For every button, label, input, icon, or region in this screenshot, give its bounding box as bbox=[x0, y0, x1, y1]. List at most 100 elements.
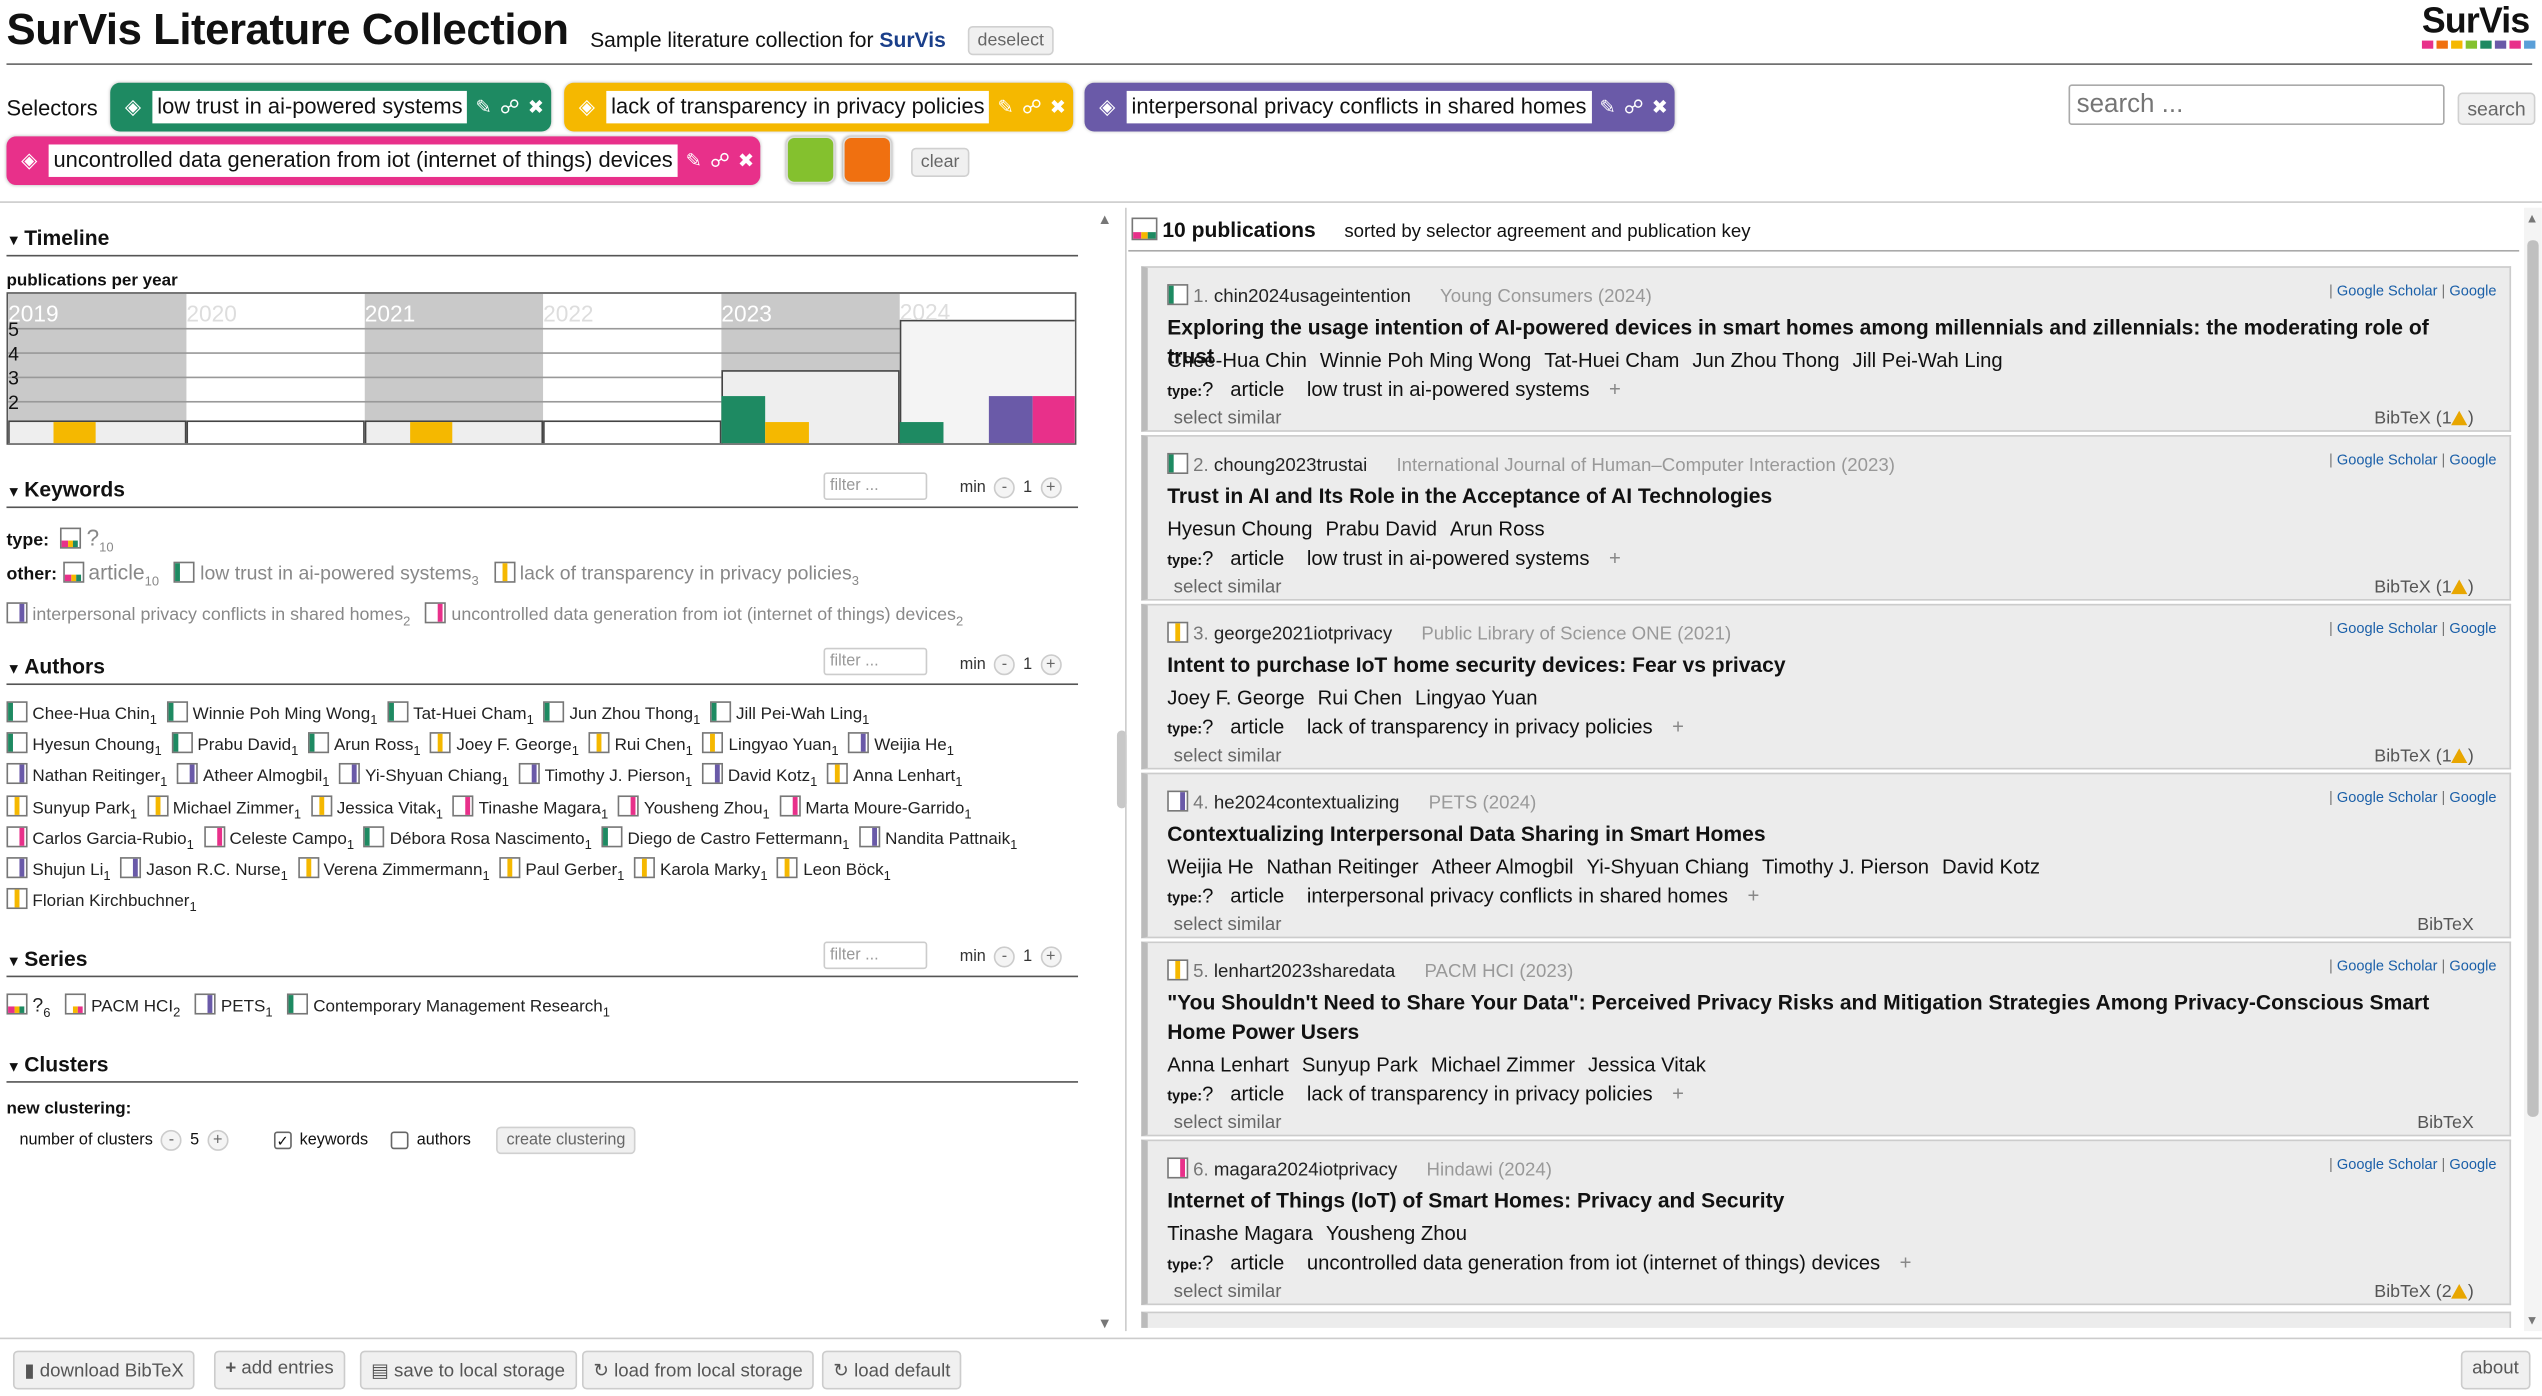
add-keyword-button[interactable]: + bbox=[1609, 378, 1621, 401]
author-link[interactable]: Tinashe Magara bbox=[1167, 1222, 1313, 1245]
google-scholar-link[interactable]: Google Scholar bbox=[2337, 1156, 2438, 1172]
publication-marker bbox=[1167, 959, 1189, 981]
publication-key[interactable]: george2021iotprivacy bbox=[1214, 625, 1392, 644]
author-link[interactable]: Timothy J. Pierson bbox=[1762, 855, 1929, 878]
bibtex-button[interactable]: BibTeX (1) bbox=[2374, 747, 2473, 766]
author-link[interactable]: Chee-Hua Chin bbox=[1167, 349, 1307, 372]
author-link[interactable]: Sunyup Park bbox=[1302, 1054, 1418, 1077]
author-link[interactable]: Prabu David bbox=[1326, 518, 1438, 541]
publication-marker bbox=[1167, 452, 1189, 475]
keyword-tag[interactable]: low trust in ai-powered systems bbox=[1307, 547, 1590, 570]
add-keyword-button[interactable]: + bbox=[1748, 885, 1760, 908]
publication-key[interactable]: chin2024usageintention bbox=[1214, 287, 1411, 306]
publication-marker bbox=[1167, 790, 1189, 812]
publication-key[interactable]: he2024contextualizing bbox=[1214, 794, 1400, 813]
select-similar-button[interactable]: select similar bbox=[1174, 1282, 1282, 1301]
type-tag[interactable]: article bbox=[1230, 885, 1284, 908]
select-similar-button[interactable]: select similar bbox=[1174, 916, 1282, 935]
select-similar-button[interactable]: select similar bbox=[1174, 578, 1282, 597]
author-link[interactable]: Jill Pei-Wah Ling bbox=[1853, 349, 2003, 372]
bibtex-button[interactable]: BibTeX (2) bbox=[2374, 1282, 2473, 1301]
bibtex-button[interactable]: BibTeX bbox=[2417, 1114, 2474, 1133]
publication-type-row: type:? article low trust in ai-powered s… bbox=[1167, 378, 1621, 401]
author-link[interactable]: Atheer Almogbil bbox=[1432, 855, 1574, 878]
select-similar-button[interactable]: select similar bbox=[1174, 1114, 1282, 1133]
load-local-button[interactable]: ↻ load from local storage bbox=[581, 1350, 815, 1390]
author-link[interactable]: Hyesun Choung bbox=[1167, 518, 1312, 541]
type-tag[interactable]: article bbox=[1230, 547, 1284, 570]
google-link[interactable]: Google bbox=[2449, 620, 2496, 636]
publication-marker bbox=[1167, 284, 1189, 306]
publication-venue: Hindawi bbox=[1426, 1160, 1493, 1181]
type-tag[interactable]: article bbox=[1230, 378, 1284, 401]
author-link[interactable]: Michael Zimmer bbox=[1431, 1054, 1575, 1077]
google-link[interactable]: Google bbox=[2449, 282, 2496, 298]
author-link[interactable]: Joey F. George bbox=[1167, 687, 1304, 710]
about-button[interactable]: about bbox=[2460, 1350, 2531, 1390]
publication-title: Internet of Things (IoT) of Smart Homes:… bbox=[1167, 1188, 1785, 1213]
publication-key[interactable]: magara2024iotprivacy bbox=[1214, 1161, 1397, 1180]
type-tag[interactable]: article bbox=[1230, 1252, 1284, 1275]
publication-venue: Public Library of Science ONE bbox=[1421, 624, 1673, 645]
publication-header: 6. magara2024iotprivacy Hindawi (2024) bbox=[1167, 1157, 1552, 1180]
keyword-tag[interactable]: uncontrolled data generation from iot (i… bbox=[1307, 1252, 1880, 1275]
author-link[interactable]: David Kotz bbox=[1942, 855, 2040, 878]
keyword-tag[interactable]: interpersonal privacy conflicts in share… bbox=[1307, 885, 1728, 908]
author-link[interactable]: Winnie Poh Ming Wong bbox=[1320, 349, 1531, 372]
reload-icon: ↻ bbox=[833, 1361, 849, 1382]
author-link[interactable]: Jessica Vitak bbox=[1588, 1054, 1706, 1077]
type-tag[interactable]: article bbox=[1230, 716, 1284, 739]
google-link[interactable]: Google bbox=[2449, 451, 2496, 467]
google-scholar-link[interactable]: Google Scholar bbox=[2337, 958, 2438, 974]
publication-links: | Google Scholar | Google bbox=[2329, 282, 2497, 299]
publication-card[interactable]: 5. lenhart2023sharedata PACM HCI (2023) |… bbox=[1141, 941, 2512, 1137]
add-entries-button[interactable]: + add entries bbox=[213, 1350, 346, 1390]
google-scholar-link[interactable]: Google Scholar bbox=[2337, 451, 2438, 467]
publication-authors: Chee-Hua Chin Winnie Poh Ming Wong Tat-Hue… bbox=[1167, 349, 2015, 372]
publication-card[interactable] bbox=[1141, 1311, 2512, 1328]
author-link[interactable]: Yousheng Zhou bbox=[1326, 1222, 1467, 1245]
bibtex-button[interactable]: BibTeX (1) bbox=[2374, 578, 2473, 597]
author-link[interactable]: Jun Zhou Thong bbox=[1692, 349, 1839, 372]
select-similar-button[interactable]: select similar bbox=[1174, 747, 1282, 766]
author-link[interactable]: Yi-Shyuan Chiang bbox=[1586, 855, 1749, 878]
add-keyword-button[interactable]: + bbox=[1609, 547, 1621, 570]
footer-divider bbox=[0, 1337, 2542, 1340]
keyword-tag[interactable]: lack of transparency in privacy policies bbox=[1307, 1083, 1653, 1106]
google-link[interactable]: Google bbox=[2449, 958, 2496, 974]
publication-card[interactable]: 2. choung2023trustai International Journa… bbox=[1141, 435, 2512, 601]
add-keyword-button[interactable]: + bbox=[1672, 1083, 1684, 1106]
save-local-button[interactable]: ▤ save to local storage bbox=[359, 1350, 577, 1390]
keyword-tag[interactable]: lack of transparency in privacy policies bbox=[1307, 716, 1653, 739]
author-link[interactable]: Nathan Reitinger bbox=[1267, 855, 1419, 878]
publication-list: 1. chin2024usageintention Young Consumers… bbox=[0, 0, 2542, 1328]
add-keyword-button[interactable]: + bbox=[1672, 716, 1684, 739]
warning-icon bbox=[2451, 410, 2468, 426]
publication-key[interactable]: choung2023trustai bbox=[1214, 456, 1367, 475]
google-scholar-link[interactable]: Google Scholar bbox=[2337, 620, 2438, 636]
google-link[interactable]: Google bbox=[2449, 789, 2496, 805]
author-link[interactable]: Lingyao Yuan bbox=[1415, 687, 1537, 710]
select-similar-button[interactable]: select similar bbox=[1174, 409, 1282, 428]
author-link[interactable]: Anna Lenhart bbox=[1167, 1054, 1289, 1077]
publication-card[interactable]: 4. he2024contextualizing PETS (2024) | Go… bbox=[1141, 772, 2512, 939]
bibtex-button[interactable]: BibTeX (1) bbox=[2374, 409, 2473, 428]
publication-key[interactable]: lenhart2023sharedata bbox=[1214, 963, 1395, 982]
file-icon: ▤ bbox=[371, 1361, 389, 1382]
bibtex-button[interactable]: BibTeX bbox=[2417, 916, 2474, 935]
add-keyword-button[interactable]: + bbox=[1900, 1252, 1912, 1275]
google-scholar-link[interactable]: Google Scholar bbox=[2337, 789, 2438, 805]
google-link[interactable]: Google bbox=[2449, 1156, 2496, 1172]
author-link[interactable]: Tat-Huei Cham bbox=[1544, 349, 1679, 372]
publication-card[interactable]: 6. magara2024iotprivacy Hindawi (2024) | … bbox=[1141, 1139, 2512, 1306]
google-scholar-link[interactable]: Google Scholar bbox=[2337, 282, 2438, 298]
type-tag[interactable]: article bbox=[1230, 1083, 1284, 1106]
keyword-tag[interactable]: low trust in ai-powered systems bbox=[1307, 378, 1590, 401]
author-link[interactable]: Arun Ross bbox=[1450, 518, 1545, 541]
author-link[interactable]: Weijia He bbox=[1167, 855, 1253, 878]
load-default-button[interactable]: ↻ load default bbox=[821, 1350, 962, 1390]
publication-card[interactable]: 1. chin2024usageintention Young Consumers… bbox=[1141, 266, 2512, 432]
publication-card[interactable]: 3. george2021iotprivacy Public Library of… bbox=[1141, 603, 2512, 770]
download-bibtex-button[interactable]: ▮ download BibTeX bbox=[12, 1350, 196, 1390]
author-link[interactable]: Rui Chen bbox=[1318, 687, 1402, 710]
